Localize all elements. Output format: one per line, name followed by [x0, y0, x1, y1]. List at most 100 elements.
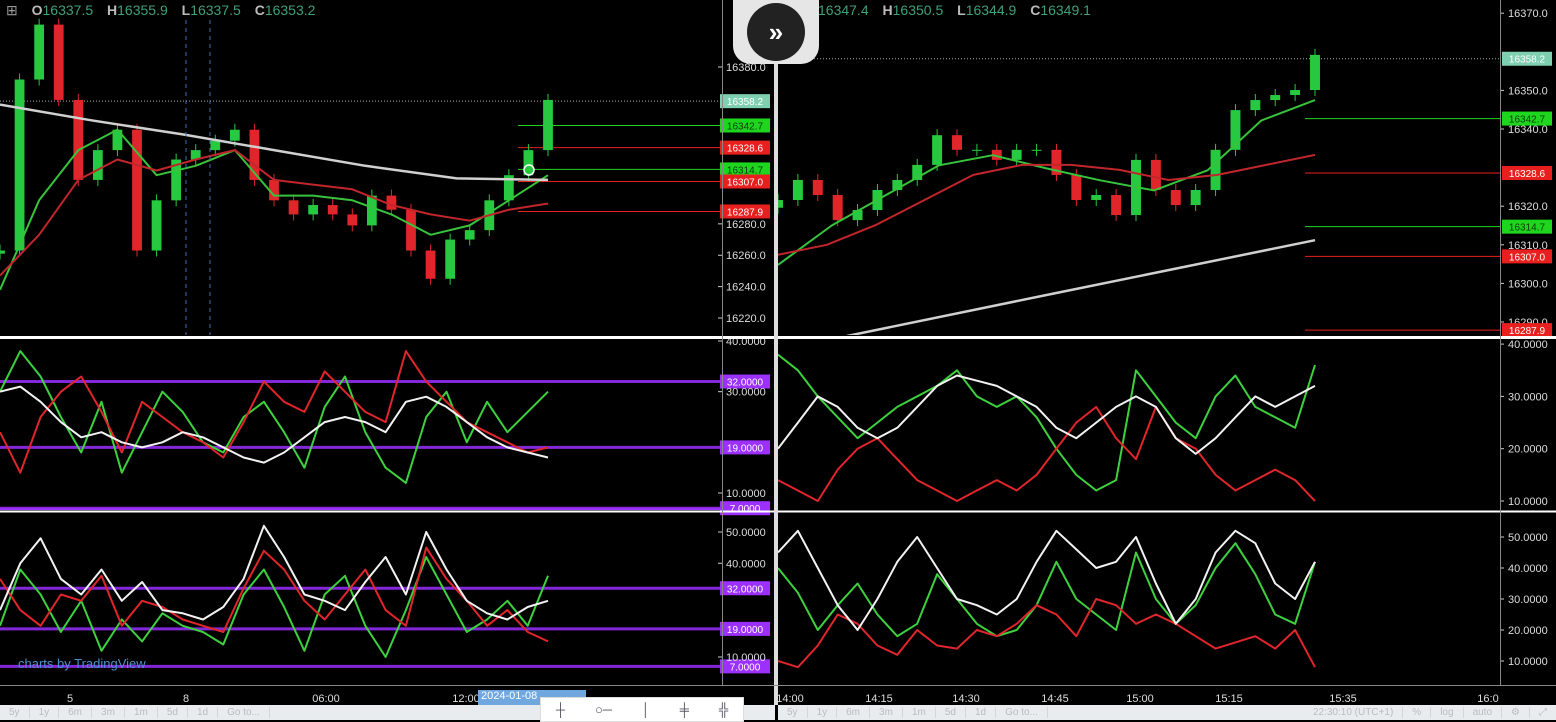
- series-red: [0, 350, 549, 474]
- candle: [1150, 159, 1161, 190]
- range-button[interactable]: 5d: [158, 707, 188, 718]
- series-white: [778, 374, 1316, 455]
- open-value: 16347.4: [818, 2, 869, 18]
- range-button[interactable]: 3m: [92, 707, 125, 718]
- y-tick-label: 16280.0: [726, 219, 766, 231]
- price-tag-label: 16307.0: [1509, 252, 1546, 263]
- candle: [1011, 149, 1022, 160]
- candle: [932, 135, 943, 165]
- series-green: [778, 542, 1316, 638]
- open-value: 16337.5: [42, 2, 94, 18]
- settings-gear-icon[interactable]: ⚙: [1502, 707, 1530, 718]
- candle: [288, 200, 299, 215]
- clock: 22:30:10 (UTC+1): [1304, 707, 1404, 718]
- y-tick-label: 40.0000: [726, 558, 766, 570]
- y-tick-label: 50.0000: [1508, 532, 1548, 544]
- candle: [543, 99, 553, 151]
- candle: [812, 179, 823, 196]
- range-button[interactable]: 5y: [778, 707, 808, 718]
- candle: [229, 129, 240, 141]
- price-tag-label: 16314.7: [1509, 223, 1546, 234]
- y-tick-label: 10.0000: [1508, 656, 1548, 668]
- range-button[interactable]: Go to...: [218, 707, 270, 718]
- chart-canvas[interactable]: 16380.016280.016260.016240.016220.016358…: [0, 0, 1556, 720]
- level-tag-label: 7.0000: [730, 662, 761, 673]
- y-tick-label: 16340.0: [1508, 124, 1548, 136]
- percent-toggle[interactable]: %: [1403, 707, 1432, 718]
- price-tag-label: 16287.9: [727, 207, 764, 218]
- range-button[interactable]: 6m: [59, 707, 93, 718]
- candle: [327, 205, 338, 215]
- y-tick-label: 16350.0: [1508, 85, 1548, 97]
- candle: [308, 205, 319, 215]
- fullscreen-icon[interactable]: ⤢: [1530, 707, 1556, 718]
- open-label: O: [31, 2, 43, 18]
- series-green: [778, 353, 1316, 492]
- y-tick-label: 16260.0: [726, 250, 766, 262]
- low-value: 16344.9: [965, 2, 1017, 18]
- level-tag-label: 19.0000: [727, 443, 764, 454]
- low-value: 16337.5: [190, 2, 241, 18]
- candle: [34, 24, 45, 80]
- range-button[interactable]: 5y: [0, 707, 30, 718]
- candle: [406, 209, 416, 251]
- horizontal-ray-icon[interactable]: ○─: [595, 702, 612, 717]
- close-value: 16349.1: [1040, 2, 1091, 18]
- range-button[interactable]: 5d: [936, 707, 966, 718]
- range-button[interactable]: 3m: [870, 707, 903, 718]
- y-tick-label: 30.0000: [1508, 594, 1548, 606]
- right-osc-1-pane: [778, 353, 1316, 502]
- y-tick-label: 30.0000: [726, 387, 766, 399]
- range-button[interactable]: 1m: [903, 707, 936, 718]
- range-button[interactable]: 1m: [125, 707, 158, 718]
- vertical-line-icon[interactable]: │: [642, 702, 650, 717]
- range-button[interactable]: 1y: [808, 707, 838, 718]
- price-tag-label: 16328.6: [727, 144, 764, 155]
- x-tick-label: 14:00: [776, 693, 804, 705]
- candle: [92, 150, 103, 180]
- right-bottom-toolbar: 5y 1y 6m 3m 1m 5d 1d Go to... 22:30:10 (UTC+1) …: [778, 705, 1556, 720]
- price-tag-label: 16287.9: [1509, 326, 1546, 337]
- auto-toggle[interactable]: auto: [1464, 707, 1503, 718]
- candle: [832, 195, 843, 221]
- candle: [952, 135, 962, 150]
- series-ma-long: [845, 238, 1316, 335]
- log-toggle[interactable]: log: [1431, 707, 1464, 718]
- left-osc-1-pane: [0, 350, 722, 510]
- range-button[interactable]: 1d: [966, 707, 997, 718]
- price-tag-label: 16342.7: [727, 121, 764, 132]
- close-label: C: [254, 2, 265, 18]
- chart-divider: [774, 0, 778, 705]
- candle: [1270, 95, 1281, 101]
- candle: [366, 195, 377, 226]
- candle: [464, 230, 475, 240]
- y-tick-label: 10.0000: [726, 488, 766, 500]
- remote-desktop-button[interactable]: »: [733, 0, 819, 64]
- x-tick-label: 16:0: [1477, 693, 1498, 705]
- high-label: H: [882, 2, 893, 18]
- range-button[interactable]: 1d: [188, 707, 219, 718]
- y-tick-label: 10.0000: [1508, 496, 1548, 508]
- y-tick-label: 16370.0: [1508, 8, 1548, 20]
- series-ma-slow: [778, 153, 1316, 256]
- fib-tool-icon[interactable]: ╬: [719, 702, 728, 717]
- range-button[interactable]: Go to...: [996, 707, 1048, 718]
- candle: [14, 79, 25, 251]
- x-tick-label: 06:00: [312, 693, 340, 705]
- tradingview-watermark[interactable]: charts by TradingView: [18, 656, 146, 671]
- series-green: [0, 350, 549, 484]
- drawing-floating-toolbar: ┼ ○─ │ ╪ ╬: [540, 697, 744, 722]
- crosshair-tool-icon[interactable]: ┼: [556, 702, 565, 717]
- candle: [1031, 149, 1042, 151]
- close-value: 16353.2: [264, 2, 316, 18]
- candle: [445, 239, 456, 279]
- series-red: [778, 405, 1316, 502]
- x-tick-label: 15:15: [1215, 693, 1243, 705]
- right-ohlc-legend: 16347.4 H16350.5 L16344.9 C16349.1: [818, 2, 1091, 18]
- low-label: L: [957, 2, 966, 18]
- candle: [1071, 174, 1082, 201]
- price-tag-label: 16342.7: [1509, 115, 1546, 126]
- range-button[interactable]: 6m: [837, 707, 871, 718]
- parallel-channel-icon[interactable]: ╪: [680, 702, 689, 717]
- range-button[interactable]: 1y: [30, 707, 60, 718]
